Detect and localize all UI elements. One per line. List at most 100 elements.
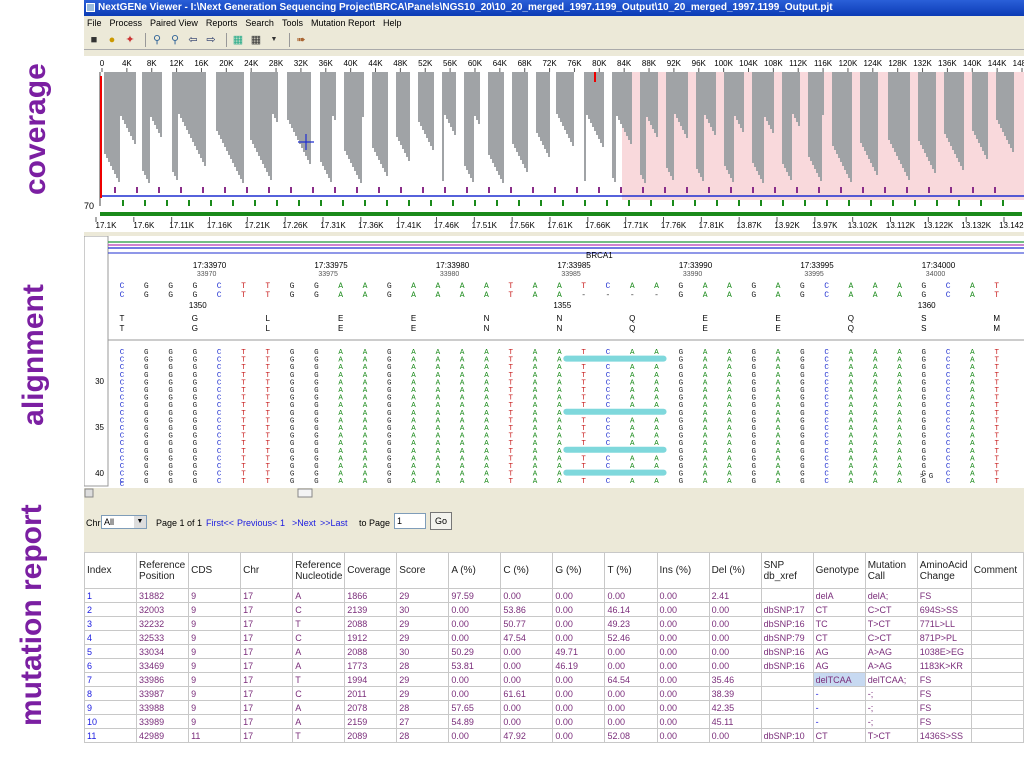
- table-cell[interactable]: C: [292, 686, 346, 701]
- table-cell[interactable]: FS: [916, 714, 972, 729]
- table-cell[interactable]: delA: [812, 588, 866, 603]
- table-cell[interactable]: 1994: [344, 672, 398, 687]
- table-cell[interactable]: 49.71: [552, 644, 606, 659]
- column-header[interactable]: Del (%): [708, 552, 762, 589]
- table-cell[interactable]: 1436S>SS: [916, 728, 972, 743]
- table-cell[interactable]: dbSNP:16: [760, 644, 814, 659]
- save-icon[interactable]: ■: [87, 33, 101, 47]
- table-cell[interactable]: 0.00: [708, 658, 762, 673]
- table-cell[interactable]: 0.00: [604, 658, 658, 673]
- column-header[interactable]: T (%): [604, 552, 658, 589]
- table-cell[interactable]: 57.65: [448, 700, 502, 715]
- table-cell[interactable]: 0.00: [656, 616, 710, 631]
- table-cell[interactable]: 17: [240, 644, 294, 659]
- back-arrow-icon[interactable]: ⇦: [186, 33, 200, 47]
- menu-tools[interactable]: Tools: [282, 16, 303, 30]
- table-cell[interactable]: 2088: [344, 616, 398, 631]
- table-cell[interactable]: 47.92: [500, 728, 554, 743]
- table-cell[interactable]: 11: [84, 728, 138, 743]
- table-row[interactable]: 5 33034 9 17 A 2088 30 50.29 0.00 49.71 0.00 0.00 0.…: [84, 644, 1024, 659]
- table-cell[interactable]: 0.00: [708, 630, 762, 645]
- table-cell[interactable]: 28: [396, 700, 450, 715]
- table-cell[interactable]: 1866: [344, 588, 398, 603]
- column-header[interactable]: A (%): [448, 552, 502, 589]
- table-cell[interactable]: -: [812, 714, 866, 729]
- table-cell[interactable]: FS: [916, 588, 972, 603]
- table-cell[interactable]: A: [292, 714, 346, 729]
- table-cell[interactable]: 0.00: [656, 658, 710, 673]
- table-cell[interactable]: 0.00: [552, 728, 606, 743]
- table-cell[interactable]: 45.11: [708, 714, 762, 729]
- table-cell[interactable]: 52.46: [604, 630, 658, 645]
- table-cell[interactable]: 17: [240, 714, 294, 729]
- table-row[interactable]: 1 31882 9 17 A 1866 29 97.59 0.00 0.00 0.00 0.00 2.4…: [84, 588, 1024, 603]
- table-cell[interactable]: [970, 700, 1024, 715]
- table-cell[interactable]: 7: [84, 672, 138, 687]
- scroll-left-button[interactable]: [84, 488, 94, 498]
- table-cell[interactable]: 30: [396, 602, 450, 617]
- table-cell[interactable]: 30: [396, 644, 450, 659]
- column-header[interactable]: Chr: [240, 552, 294, 589]
- table-cell[interactable]: 29: [396, 672, 450, 687]
- table-cell[interactable]: delTCAA;: [864, 672, 918, 687]
- table-cell[interactable]: A: [292, 644, 346, 659]
- table-cell[interactable]: 54.89: [448, 714, 502, 729]
- table-row[interactable]: 11 42989 11 17 T 2089 28 0.00 47.92 0.00 52.08 0.00…: [84, 728, 1024, 743]
- table-cell[interactable]: -;: [864, 714, 918, 729]
- table-cell[interactable]: 9: [188, 714, 242, 729]
- table-cell[interactable]: CT: [812, 728, 866, 743]
- table-cell[interactable]: 2088: [344, 644, 398, 659]
- current-page-link[interactable]: 1: [280, 518, 285, 528]
- table-cell[interactable]: 49.23: [604, 616, 658, 631]
- table-cell[interactable]: 27: [396, 714, 450, 729]
- table-cell[interactable]: 17: [240, 700, 294, 715]
- table-cell[interactable]: 17: [240, 686, 294, 701]
- table-cell[interactable]: 29: [396, 588, 450, 603]
- menu-search[interactable]: Search: [245, 16, 274, 30]
- table-cell[interactable]: T: [292, 616, 346, 631]
- table-cell[interactable]: CT: [812, 630, 866, 645]
- table-cell[interactable]: T>CT: [864, 616, 918, 631]
- table-cell[interactable]: 17: [240, 630, 294, 645]
- column-header[interactable]: Genotype: [812, 552, 866, 589]
- table-cell[interactable]: 28: [396, 728, 450, 743]
- table-cell[interactable]: 97.59: [448, 588, 502, 603]
- table-cell[interactable]: 33989: [136, 714, 190, 729]
- table-cell[interactable]: 8: [84, 686, 138, 701]
- table-cell[interactable]: 33034: [136, 644, 190, 659]
- table-cell[interactable]: -;: [864, 686, 918, 701]
- table-cell[interactable]: 53.81: [448, 658, 502, 673]
- table-cell[interactable]: 11: [188, 728, 242, 743]
- table-cell[interactable]: 0.00: [448, 672, 502, 687]
- table-cell[interactable]: [970, 714, 1024, 729]
- table-cell[interactable]: [970, 728, 1024, 743]
- table-cell[interactable]: AG: [812, 658, 866, 673]
- table-cell[interactable]: 0.00: [552, 714, 606, 729]
- table-cell[interactable]: CT: [812, 602, 866, 617]
- table-cell[interactable]: 33986: [136, 672, 190, 687]
- table-cell[interactable]: [970, 588, 1024, 603]
- table-cell[interactable]: 46.14: [604, 602, 658, 617]
- table-cell[interactable]: dbSNP:16: [760, 616, 814, 631]
- table-cell[interactable]: [970, 658, 1024, 673]
- table-cell[interactable]: 0.00: [448, 686, 502, 701]
- column-header[interactable]: C (%): [500, 552, 554, 589]
- next-page-link[interactable]: >Next: [292, 518, 316, 528]
- menu-mutation-report[interactable]: Mutation Report: [311, 16, 375, 30]
- column-header[interactable]: SNP db_xref: [760, 552, 814, 589]
- chevron-down-icon[interactable]: ▼: [134, 516, 146, 528]
- table-cell[interactable]: 9: [188, 658, 242, 673]
- table-cell[interactable]: C>CT: [864, 630, 918, 645]
- column-header[interactable]: Mutation Call: [864, 552, 918, 589]
- table-cell[interactable]: 0.00: [604, 700, 658, 715]
- table-cell[interactable]: 0.00: [656, 714, 710, 729]
- table-cell[interactable]: A>AG: [864, 644, 918, 659]
- table-cell[interactable]: 50.77: [500, 616, 554, 631]
- table-cell[interactable]: 2159: [344, 714, 398, 729]
- table-cell[interactable]: dbSNP:10: [760, 728, 814, 743]
- table-cell[interactable]: FS: [916, 686, 972, 701]
- table-cell[interactable]: -;: [864, 700, 918, 715]
- table-cell[interactable]: 0.00: [604, 644, 658, 659]
- table-cell[interactable]: 42.35: [708, 700, 762, 715]
- column-header[interactable]: Reference Nucleotide: [292, 552, 346, 589]
